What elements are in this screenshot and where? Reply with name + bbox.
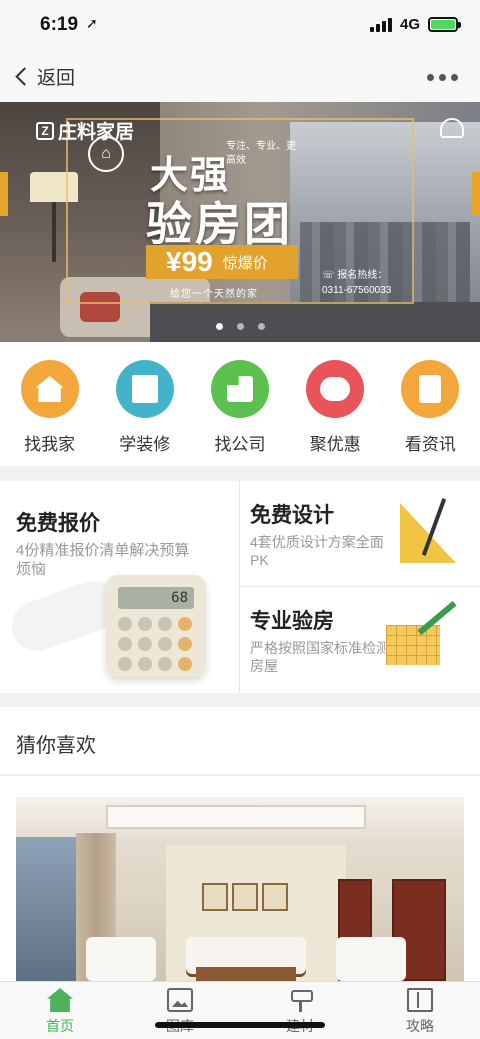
recommend-list: [0, 776, 480, 981]
paint-roller-icon: [287, 988, 313, 1012]
building-icon: [227, 376, 253, 402]
chevron-left-icon: [15, 67, 34, 86]
banner-tagline: 专注、专业、更高效: [226, 141, 296, 166]
promo-banner[interactable]: Z 庄料家居 ⌂ 大强 专注、专业、更高效 验房团 ¥99 惊爆价 给您一个天然…: [0, 102, 480, 342]
card-title: 专业验房: [250, 610, 334, 633]
room-table: [196, 967, 296, 981]
grid-board-icon: [386, 625, 440, 665]
room-window: [16, 837, 76, 981]
calculator-display: 68: [118, 587, 194, 609]
quick-item-find-company[interactable]: 找公司: [192, 342, 287, 466]
brand-mark-icon: Z: [36, 121, 54, 140]
triangle-ruler-icon: [400, 503, 456, 563]
signal-icon: [369, 17, 392, 32]
home-indicator: [155, 1022, 325, 1028]
section-title: 猜你喜欢: [16, 735, 96, 757]
guide-book-icon: [407, 988, 433, 1012]
card-pro-inspection[interactable]: 专业验房 严格按照国家标准检测房屋: [240, 587, 480, 692]
tab-label: 攻略: [406, 1018, 434, 1034]
quick-menu: 找我家 学装修 找公司 聚优惠 看资讯: [0, 342, 480, 466]
coupon-icon: [320, 377, 351, 401]
recommend-item-image[interactable]: [16, 797, 464, 981]
banner-price-note: 惊爆价: [222, 254, 268, 272]
price-tag: ¥99 惊爆价: [146, 245, 298, 279]
carousel-dot[interactable]: [215, 323, 223, 330]
quick-item-news[interactable]: 看资讯: [383, 342, 478, 466]
quick-item-label: 学装修: [119, 435, 171, 454]
carousel-dot[interactable]: [236, 323, 244, 330]
room-picture: [232, 883, 258, 911]
quick-item-find-home[interactable]: 找我家: [2, 342, 97, 466]
quick-item-circle: [211, 360, 269, 418]
more-dot: [427, 74, 434, 81]
customer-service-icon[interactable]: [440, 118, 464, 138]
back-label: 返回: [37, 68, 76, 89]
quick-item-deals[interactable]: 聚优惠: [288, 342, 383, 466]
hotline-label: 报名热线：: [337, 270, 388, 281]
banner-hotline: ☏ 报名热线： 0311-67560033: [322, 270, 392, 296]
calculator-keys: [118, 617, 192, 671]
location-arrow-icon: ➚: [86, 15, 98, 31]
battery-icon: [428, 17, 461, 32]
quick-item-label: 找我家: [24, 435, 76, 454]
house-search-icon: ⌂: [88, 136, 124, 172]
more-dot: [451, 74, 458, 81]
card-desc: 4份精准报价清单解决预算烦恼: [16, 542, 190, 578]
room-picture: [262, 883, 288, 911]
quick-item-circle: [20, 360, 79, 418]
home-icon: [47, 988, 73, 1012]
section-header: 猜你喜欢: [0, 707, 480, 775]
card-title: 免费设计: [250, 504, 334, 527]
house-icon: [35, 376, 64, 402]
back-button[interactable]: 返回: [15, 63, 76, 90]
more-button[interactable]: [427, 74, 458, 81]
banner-slogan: 给您一个天然的家: [170, 289, 258, 300]
carousel-dot[interactable]: [257, 323, 265, 330]
tab-gallery[interactable]: 图库: [120, 982, 240, 1039]
gallery-icon: [167, 988, 193, 1012]
tab-home[interactable]: 首页: [0, 982, 120, 1039]
quick-item-label: 找公司: [214, 435, 266, 454]
room-picture: [202, 883, 228, 911]
status-indicators: 4G: [369, 16, 461, 33]
banner-prev-handle[interactable]: [0, 172, 8, 216]
calculator-icon: 68: [106, 575, 206, 677]
feature-cards: 免费报价 4份精准报价清单解决预算烦恼 68 免费设计 4套优质设计方案全面PK…: [0, 481, 480, 693]
bottom-tab-bar: 首页 图库 建材 攻略: [0, 981, 480, 1039]
card-free-quote[interactable]: 免费报价 4份精准报价清单解决预算烦恼 68: [0, 481, 239, 693]
quick-item-label: 看资讯: [404, 435, 456, 454]
room-armchair: [86, 937, 156, 981]
banner-rug: [150, 302, 480, 342]
more-dot: [439, 74, 446, 81]
nav-bar: 返回: [0, 52, 480, 102]
quick-item-circle: [401, 360, 460, 418]
hotline-number: 0311-67560033: [322, 285, 392, 296]
banner-next-handle[interactable]: [472, 172, 480, 216]
card-desc: 4套优质设计方案全面PK: [250, 534, 384, 568]
quick-item-circle: [306, 360, 365, 418]
quick-item-label: 聚优惠: [309, 435, 361, 454]
news-icon: [419, 375, 442, 403]
banner-lamp-stand: [52, 202, 56, 262]
network-type: 4G: [399, 16, 420, 33]
tab-materials[interactable]: 建材: [240, 982, 360, 1039]
status-bar: 6:19 ➚ 4G: [0, 0, 480, 52]
room-armchair: [336, 937, 406, 981]
brand-logo: Z 庄料家居: [36, 117, 134, 144]
status-time: 6:19: [40, 14, 79, 35]
carousel-dots: [0, 323, 480, 330]
room-ceiling-panel: [106, 805, 366, 829]
card-title: 免费报价: [16, 512, 100, 535]
card-desc: 严格按照国家标准检测房屋: [250, 640, 390, 674]
quick-item-learn-decor[interactable]: 学装修: [97, 342, 192, 466]
tab-guide[interactable]: 攻略: [360, 982, 480, 1039]
quick-item-circle: [115, 360, 174, 418]
card-free-design[interactable]: 免费设计 4套优质设计方案全面PK: [240, 481, 480, 586]
book-icon: [131, 375, 158, 403]
banner-price: ¥99: [166, 246, 213, 277]
tab-label: 首页: [46, 1018, 74, 1034]
